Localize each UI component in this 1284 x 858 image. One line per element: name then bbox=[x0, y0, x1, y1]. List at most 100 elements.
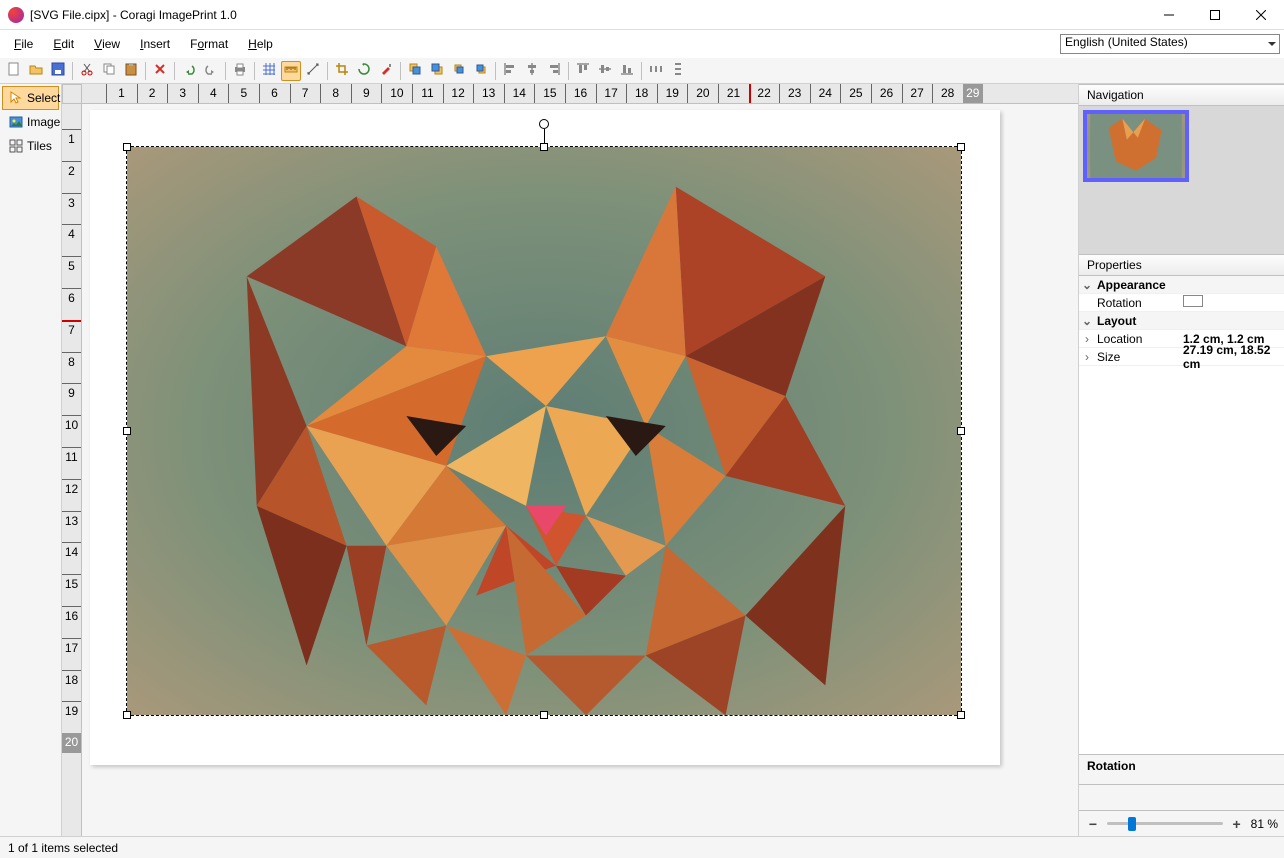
align-center-button[interactable] bbox=[522, 61, 542, 81]
tool-tiles[interactable]: Tiles bbox=[2, 134, 59, 158]
zoom-slider-thumb[interactable] bbox=[1128, 817, 1136, 831]
distribute-h-icon bbox=[649, 62, 663, 79]
send-back-button[interactable] bbox=[427, 61, 447, 81]
selected-image[interactable] bbox=[126, 146, 962, 716]
distribute-v-button[interactable] bbox=[668, 61, 688, 81]
menu-view[interactable]: View bbox=[84, 30, 130, 58]
ruler-tick: 8 bbox=[320, 84, 350, 103]
menu-file[interactable]: File bbox=[4, 30, 43, 58]
page[interactable] bbox=[90, 110, 1000, 765]
chevron-down-icon: ⌄ bbox=[1079, 314, 1095, 328]
bring-front-icon bbox=[408, 62, 422, 79]
paste-button[interactable] bbox=[121, 61, 141, 81]
ruler-tick: 13 bbox=[473, 84, 503, 103]
grid-icon bbox=[262, 62, 276, 79]
prop-group-appearance[interactable]: ⌄Appearance bbox=[1079, 276, 1284, 294]
rotation-slider-area[interactable] bbox=[1079, 784, 1284, 810]
maximize-button[interactable] bbox=[1192, 0, 1238, 30]
align-bottom-button[interactable] bbox=[617, 61, 637, 81]
redo-button[interactable] bbox=[201, 61, 221, 81]
prop-row[interactable]: ›Size27.19 cm, 18.52 cm bbox=[1079, 348, 1284, 366]
tool-image-label: Image bbox=[27, 115, 60, 129]
handle-w[interactable] bbox=[123, 427, 131, 435]
handle-sw[interactable] bbox=[123, 711, 131, 719]
ruler-tick: 2 bbox=[62, 161, 81, 191]
distribute-h-button[interactable] bbox=[646, 61, 666, 81]
tool-image[interactable]: Image bbox=[2, 110, 59, 134]
menu-edit[interactable]: Edit bbox=[43, 30, 84, 58]
rotate-handle[interactable] bbox=[539, 119, 549, 129]
rotate-button[interactable] bbox=[354, 61, 374, 81]
cut-button[interactable] bbox=[77, 61, 97, 81]
handle-e[interactable] bbox=[957, 427, 965, 435]
zoom-slider[interactable] bbox=[1107, 822, 1223, 825]
chevron-down-icon: ⌄ bbox=[1079, 278, 1095, 292]
navigation-area[interactable] bbox=[1079, 106, 1284, 254]
zoom-out-button[interactable]: − bbox=[1085, 816, 1101, 832]
ruler-tick: 14 bbox=[504, 84, 534, 103]
zoom-percent: 81 % bbox=[1251, 817, 1278, 831]
forward-button[interactable] bbox=[449, 61, 469, 81]
brush-button[interactable] bbox=[376, 61, 396, 81]
align-middle-button[interactable] bbox=[595, 61, 615, 81]
toolbar-separator bbox=[72, 62, 73, 80]
ruler-tick: 18 bbox=[62, 670, 81, 700]
properties-header: Properties bbox=[1079, 254, 1284, 276]
canvas-scroll[interactable] bbox=[82, 104, 1078, 836]
align-right-button[interactable] bbox=[544, 61, 564, 81]
titlebar: [SVG File.cipx] - Coragi ImagePrint 1.0 bbox=[0, 0, 1284, 30]
vertical-ruler[interactable]: 1234567891011121314151617181920 bbox=[62, 104, 82, 836]
backward-button[interactable] bbox=[471, 61, 491, 81]
measure-button[interactable] bbox=[303, 61, 323, 81]
redo-icon bbox=[204, 62, 218, 79]
ruler-tick: 27 bbox=[902, 84, 932, 103]
ruler-tick: 28 bbox=[932, 84, 962, 103]
undo-button[interactable] bbox=[179, 61, 199, 81]
ruler-cursor-h bbox=[749, 84, 751, 103]
delete-button[interactable] bbox=[150, 61, 170, 81]
prop-group-layout[interactable]: ⌄Layout bbox=[1079, 312, 1284, 330]
bring-front-button[interactable] bbox=[405, 61, 425, 81]
language-selector[interactable]: English (United States) bbox=[1060, 34, 1280, 54]
cursor-icon bbox=[9, 91, 23, 105]
prop-label: Location bbox=[1095, 332, 1183, 346]
copy-button[interactable] bbox=[99, 61, 119, 81]
handle-ne[interactable] bbox=[957, 143, 965, 151]
delete-icon bbox=[153, 62, 167, 79]
print-icon bbox=[233, 62, 247, 79]
ruler-tick: 5 bbox=[228, 84, 258, 103]
menu-format[interactable]: Format bbox=[180, 30, 238, 58]
prop-row[interactable]: Rotation bbox=[1079, 294, 1284, 312]
horizontal-ruler[interactable]: 1234567891011121314151617181920212223242… bbox=[82, 84, 1078, 104]
handle-s[interactable] bbox=[540, 711, 548, 719]
language-value: English (United States) bbox=[1065, 35, 1188, 49]
print-button[interactable] bbox=[230, 61, 250, 81]
navigation-thumbnail[interactable] bbox=[1083, 110, 1189, 182]
handle-se[interactable] bbox=[957, 711, 965, 719]
menu-insert[interactable]: Insert bbox=[130, 30, 180, 58]
close-button[interactable] bbox=[1238, 0, 1284, 30]
grid-button[interactable] bbox=[259, 61, 279, 81]
cut-icon bbox=[80, 62, 94, 79]
ruler-tick: 4 bbox=[198, 84, 228, 103]
align-left-button[interactable] bbox=[500, 61, 520, 81]
open-button[interactable] bbox=[26, 61, 46, 81]
save-icon bbox=[51, 62, 65, 79]
rotation-section-label: Rotation bbox=[1079, 754, 1284, 784]
chevron-right-icon: › bbox=[1079, 350, 1095, 364]
minimize-button[interactable] bbox=[1146, 0, 1192, 30]
tool-select[interactable]: Select bbox=[2, 86, 59, 110]
handle-nw[interactable] bbox=[123, 143, 131, 151]
ruler-tick: 18 bbox=[626, 84, 656, 103]
crop-button[interactable] bbox=[332, 61, 352, 81]
save-button[interactable] bbox=[48, 61, 68, 81]
ruler-tick: 19 bbox=[657, 84, 687, 103]
toolbar-separator bbox=[495, 62, 496, 80]
align-top-button[interactable] bbox=[573, 61, 593, 81]
menu-help[interactable]: Help bbox=[238, 30, 283, 58]
window-controls bbox=[1146, 0, 1284, 30]
handle-n[interactable] bbox=[540, 143, 548, 151]
new-button[interactable] bbox=[4, 61, 24, 81]
zoom-in-button[interactable]: + bbox=[1229, 816, 1245, 832]
ruler-button[interactable] bbox=[281, 61, 301, 81]
